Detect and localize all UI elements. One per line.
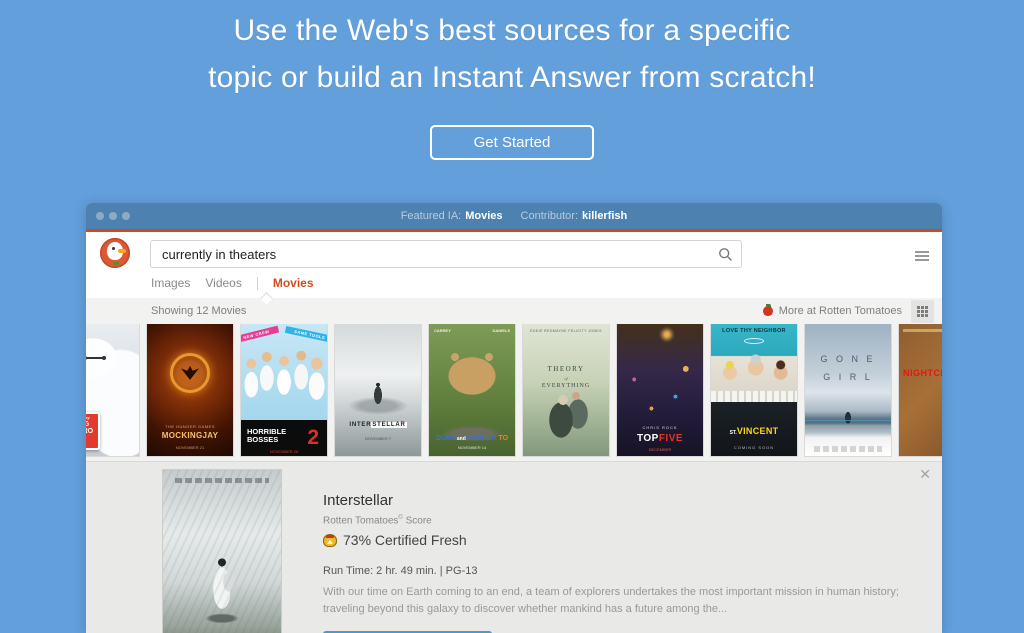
grid-view-icon[interactable] xyxy=(911,300,934,323)
poster-date: NOVEMBER 21 xyxy=(147,445,233,450)
mockingjay-emblem-icon xyxy=(170,353,210,393)
close-icon[interactable]: ✕ xyxy=(919,467,931,481)
browser-window: Featured IA: Movies Contributor: killerf… xyxy=(86,203,942,633)
result-tabs: Images Videos Movies xyxy=(151,276,314,290)
poster-art xyxy=(523,324,609,456)
menu-icon[interactable] xyxy=(915,251,929,261)
window-titlebar: Featured IA: Movies Contributor: killerf… xyxy=(86,203,942,229)
duck-bowtie-icon xyxy=(113,262,119,265)
movie-poster-interstellar[interactable]: INTERSTELLAR NOVEMBER 7 xyxy=(335,324,421,456)
results-bar: Showing 12 Movies More at Rotten Tomatoe… xyxy=(86,298,942,324)
poster-date: DECEMBER xyxy=(617,447,703,452)
search-icon[interactable] xyxy=(718,247,733,262)
search-input[interactable] xyxy=(150,240,742,268)
poster-title-line-2: G I R L xyxy=(805,372,891,382)
movie-poster-gone-girl[interactable]: G O N E G I R L xyxy=(805,324,891,456)
poster-title: ST.VINCENT xyxy=(711,421,797,439)
poster-title: HORRIBLEBOSSES xyxy=(247,428,286,444)
tomato-icon xyxy=(763,306,773,316)
hero-section: Use the Web's best sources for a specifi… xyxy=(0,0,1024,160)
movie-poster-theory-of-everything[interactable]: EDDIE REDMAYNE FELICITY JONES THEORY of … xyxy=(523,324,609,456)
movie-carousel: DisneyBIGHERO6 THE HUNGER GAMES MOCKINGJ… xyxy=(86,324,942,458)
rotten-tomatoes-score-label: Rotten Tomatoes© Score xyxy=(323,515,923,526)
poster-actor-left: CARREY xyxy=(434,328,451,333)
tab-videos[interactable]: Videos xyxy=(205,276,241,290)
movie-description: With our time on Earth coming to an end,… xyxy=(323,584,905,618)
search-header: Images Videos Movies xyxy=(86,232,942,298)
poster-top-text-art xyxy=(903,329,942,332)
poster-actor-right: DANIELS xyxy=(492,328,510,333)
poster-title: MOCKINGJAY xyxy=(147,431,233,440)
movie-poster-dumb-and-dumber-to[interactable]: CARREY DANIELS DUMBandDUMBER TO NOVEMBER… xyxy=(429,324,515,456)
poster-title: TOPFIVE xyxy=(617,433,703,444)
detail-movie-poster[interactable]: INTERSTELLAR xyxy=(163,470,281,633)
contributor-label: Contributor: xyxy=(521,210,578,222)
score-value: 73% Certified Fresh xyxy=(343,532,467,548)
poster-date: NOVEMBER 26 xyxy=(241,449,327,454)
movie-poster-horrible-bosses-2[interactable]: NEW CREW SAME TOOLS HORRIBLEBOSSES 2 NOV… xyxy=(241,324,327,456)
movie-poster-big-hero-6[interactable]: DisneyBIGHERO6 xyxy=(86,324,139,456)
poster-title: DUMBandDUMBER TO xyxy=(429,435,515,442)
poster-actors: EDDIE REDMAYNE FELICITY JONES xyxy=(523,329,609,333)
results-count: Showing 12 Movies xyxy=(151,305,246,317)
poster-title-line-2: EVERYTHING xyxy=(523,383,609,389)
more-at-rotten-tomatoes-link[interactable]: More at Rotten Tomatoes xyxy=(779,305,902,317)
window-title: Featured IA: Movies Contributor: killerf… xyxy=(86,203,942,229)
runtime-rating: Run Time: 2 hr. 49 min. | PG-13 xyxy=(323,565,923,577)
poster-number: 2 xyxy=(307,428,319,448)
poster-title: INTERSTELLAR xyxy=(335,422,421,428)
contributor-value: killerfish xyxy=(582,210,627,222)
poster-art xyxy=(899,324,942,456)
poster-date: NOVEMBER 14 xyxy=(429,445,515,450)
poster-tagline: LOVE THY NEIGHBOR xyxy=(711,328,797,334)
duck-eye-icon xyxy=(112,247,115,250)
movie-poster-st-vincent[interactable]: LOVE THY NEIGHBOR ST.VINCENT COMING SOON xyxy=(711,324,797,456)
movie-poster-mockingjay[interactable]: THE HUNGER GAMES MOCKINGJAY NOVEMBER 21 xyxy=(147,324,233,456)
poster-date: NOVEMBER 7 xyxy=(335,436,421,441)
get-started-button[interactable]: Get Started xyxy=(430,125,595,160)
results-area: Showing 12 Movies More at Rotten Tomatoe… xyxy=(86,298,942,633)
poster-credits-art xyxy=(814,446,883,452)
certified-fresh-icon xyxy=(323,534,337,547)
movie-title: Interstellar xyxy=(323,492,923,509)
poster-credits-art xyxy=(175,478,269,483)
poster-title-of: of xyxy=(523,376,609,381)
movie-detail-panel: ✕ INTERSTELLAR Interstellar Rotten Tomat… xyxy=(86,461,942,633)
movie-poster-nightcrawler[interactable]: NIGHTCRAWLER xyxy=(899,324,942,456)
duckduckgo-logo-icon[interactable] xyxy=(100,238,130,268)
detail-info: Interstellar Rotten Tomatoes© Score 73% … xyxy=(323,492,923,633)
featured-ia-label: Featured IA: xyxy=(401,210,462,222)
promo-page: Use the Web's best sources for a specifi… xyxy=(0,0,1024,633)
tab-movies[interactable]: Movies xyxy=(273,276,314,290)
poster-title-line-1: THEORY xyxy=(523,365,609,373)
search-box xyxy=(150,240,742,268)
picket-fence-art xyxy=(711,391,797,402)
poster-art xyxy=(163,470,281,633)
horizon-line-art xyxy=(805,420,891,421)
heading-line-1: Use the Web's best sources for a specifi… xyxy=(0,7,1024,54)
tab-divider xyxy=(257,277,258,290)
tab-images[interactable]: Images xyxy=(151,276,190,290)
poster-title-line-1: G O N E xyxy=(805,354,891,364)
poster-art xyxy=(805,324,891,456)
featured-ia-value: Movies xyxy=(465,210,502,222)
movie-poster-top-five[interactable]: CHRIS ROCK TOPFIVE DECEMBER xyxy=(617,324,703,456)
halo-icon xyxy=(744,338,764,344)
poster-tagline: THE HUNGER GAMES xyxy=(147,424,233,429)
heading-line-2: topic or build an Instant Answer from sc… xyxy=(0,54,1024,101)
poster-title-badge: DisneyBIGHERO6 xyxy=(86,412,100,450)
page-title: Use the Web's best sources for a specifi… xyxy=(0,7,1024,101)
poster-actor: CHRIS ROCK xyxy=(617,425,703,430)
poster-date: COMING SOON xyxy=(711,445,797,450)
score-row: 73% Certified Fresh xyxy=(323,532,923,548)
poster-title: NIGHTCRAWLER xyxy=(903,368,942,378)
